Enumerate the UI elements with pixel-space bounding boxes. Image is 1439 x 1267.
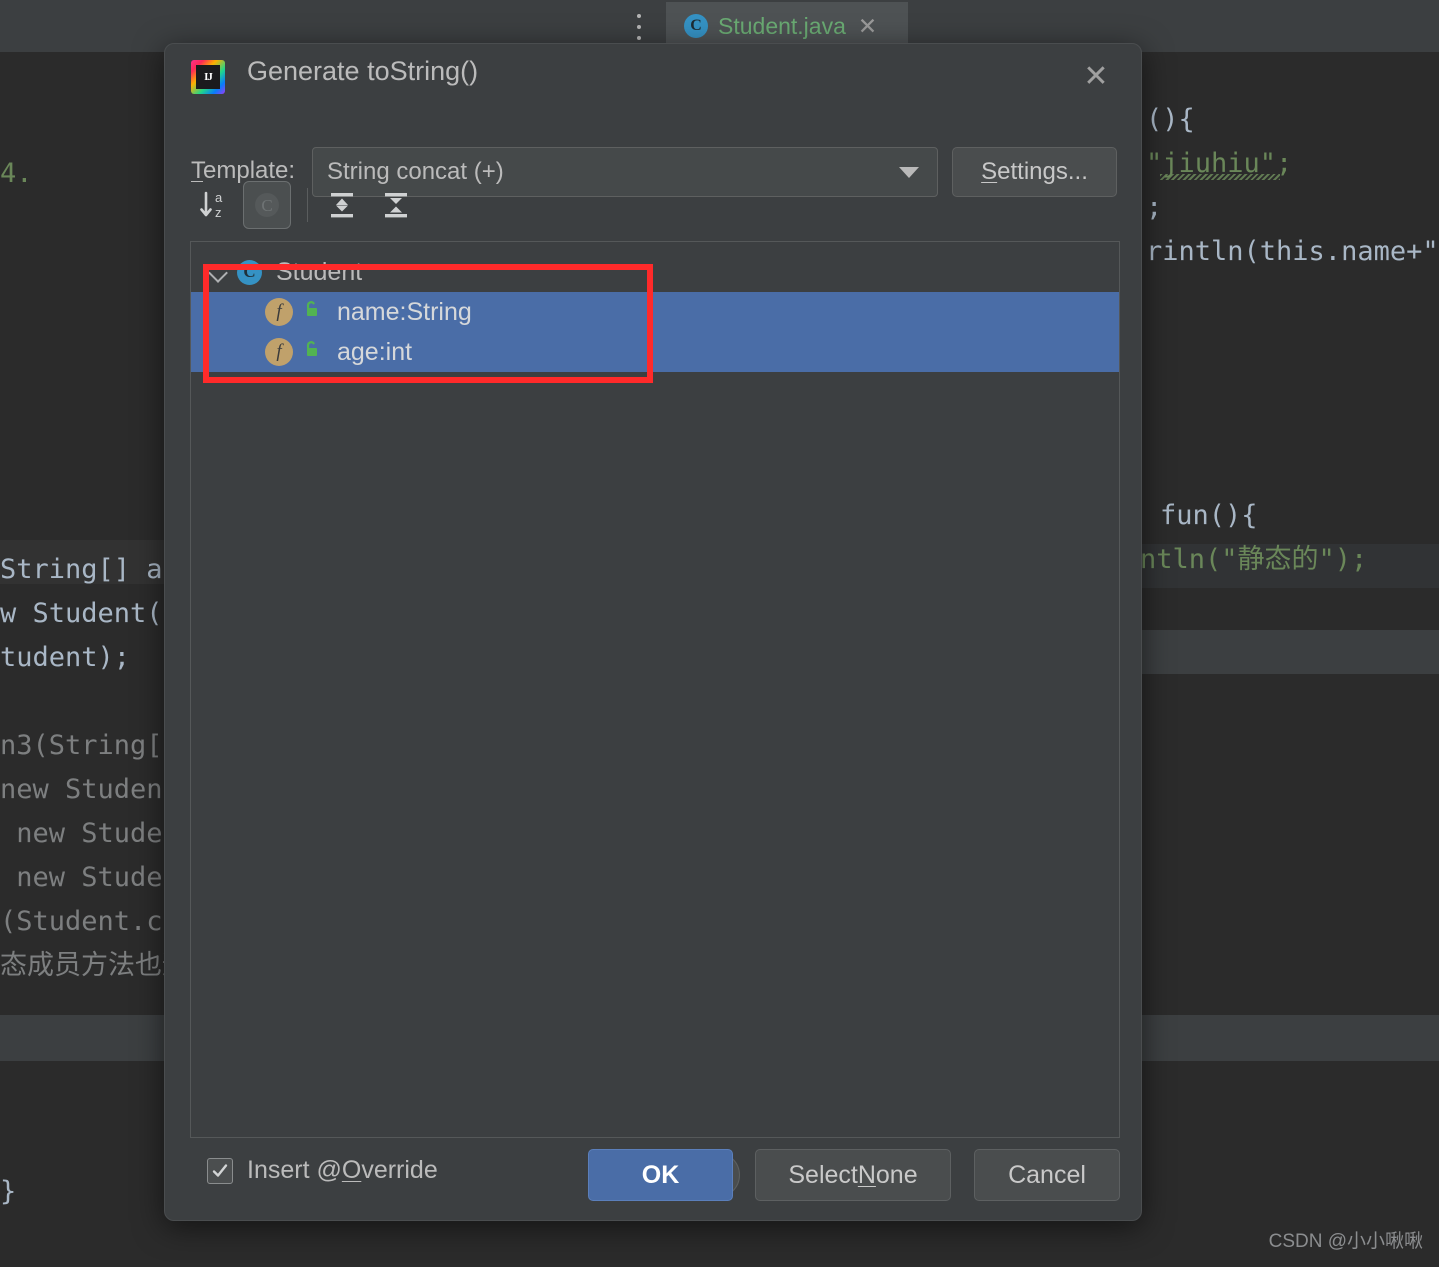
tree-row-field-age[interactable]: f age:int xyxy=(191,332,1119,372)
class-circle-icon: C xyxy=(255,193,279,217)
code-fragment: } xyxy=(0,1176,17,1207)
label-mnemonic: O xyxy=(341,1156,362,1184)
svg-text:C: C xyxy=(261,196,272,215)
code-fragment: w Student( xyxy=(0,598,163,629)
sort-az-icon: a z xyxy=(200,190,223,220)
code-fragment: ; xyxy=(1146,192,1163,223)
close-icon[interactable]: ✕ xyxy=(1075,56,1117,98)
chevron-down-icon xyxy=(899,166,919,178)
field-icon: f xyxy=(265,338,293,366)
select-none-mnemonic: N xyxy=(857,1160,876,1189)
class-icon: C xyxy=(237,259,262,285)
toolbar-separator xyxy=(307,188,308,222)
checkmark-icon xyxy=(212,1163,228,1177)
code-fragment: String[] ar xyxy=(0,554,179,585)
collapse-all-icon xyxy=(385,193,407,218)
expand-all-icon xyxy=(331,193,353,218)
dialog-title: Generate toString() xyxy=(247,56,479,86)
dialog-footer: Insert @Override ? OK Select None Cancel xyxy=(165,1130,1141,1220)
label-part-before: Insert @ xyxy=(247,1156,342,1184)
editor-tab-label: Student.java xyxy=(718,12,846,39)
more-options-icon[interactable] xyxy=(632,14,646,40)
code-fragment: 4. xyxy=(0,158,33,189)
svg-text:z: z xyxy=(215,205,222,220)
code-fragment: rintln(this.name+" xyxy=(1146,236,1439,267)
select-none-before: Select xyxy=(788,1160,858,1189)
settings-button[interactable]: Settings... xyxy=(952,147,1117,197)
code-fragment: (){ xyxy=(1146,104,1195,135)
code-fragment: new Studer xyxy=(0,862,179,893)
class-icon: C xyxy=(684,14,708,38)
editor-band-2 xyxy=(1142,630,1439,674)
field-icon: f xyxy=(265,298,293,326)
tool-window-band-right xyxy=(1142,1015,1439,1061)
code-fragment: ntln("静态的"); xyxy=(1140,544,1368,575)
code-fragment: n3(String[] xyxy=(0,730,179,761)
ok-button[interactable]: OK xyxy=(588,1149,733,1201)
code-fragment: new Student xyxy=(0,774,179,805)
select-none-button[interactable]: Select None xyxy=(755,1149,951,1201)
tree-node-label: age:int xyxy=(337,337,413,366)
code-fragment: "jiuhiu"; xyxy=(1146,148,1293,179)
intellij-idea-logo-icon: IJ xyxy=(191,60,225,94)
select-none-after: one xyxy=(875,1160,918,1189)
code-fragment: (Student.cl xyxy=(0,906,179,937)
insert-override-label: Insert @Override xyxy=(247,1156,438,1185)
settings-button-label: ettings... xyxy=(997,158,1088,185)
label-part-after: verride xyxy=(361,1156,438,1184)
dialog-title-bar: IJ Generate toString() ✕ xyxy=(165,44,1141,104)
code-fragment: 态成员方法也通 xyxy=(0,950,189,981)
code-fragment: fun(){ xyxy=(1160,500,1258,531)
public-unlock-icon xyxy=(301,339,323,366)
checkbox-box[interactable] xyxy=(207,1157,233,1184)
chevron-down-icon[interactable] xyxy=(207,261,229,283)
cancel-button[interactable]: Cancel xyxy=(974,1149,1120,1201)
tree-row-field-name[interactable]: f name:String xyxy=(191,292,1119,332)
settings-button-mnemonic: S xyxy=(981,158,998,185)
generate-tostring-dialog: IJ Generate toString() ✕ Template: Strin… xyxy=(164,43,1142,1221)
collapse-all-button[interactable] xyxy=(372,181,420,229)
tree-row-class-student[interactable]: C Student xyxy=(191,252,1119,292)
group-by-class-button[interactable]: C xyxy=(243,181,291,229)
code-fragment: new Studer xyxy=(0,818,179,849)
public-unlock-icon xyxy=(301,299,323,326)
tree-node-label: name:String xyxy=(337,297,472,326)
expand-all-button[interactable] xyxy=(318,181,366,229)
screen-root: C Student.java ✕ 4. (){ "jiuhiu";; rintln(t… xyxy=(0,0,1439,1267)
insert-override-checkbox[interactable]: Insert @Override xyxy=(207,1156,438,1185)
tree-node-label: Student xyxy=(276,257,363,286)
tree-toolbar: a z C xyxy=(189,179,426,231)
code-fragment: tudent); xyxy=(0,642,131,673)
sort-az-button[interactable]: a z xyxy=(189,181,237,229)
svg-text:a: a xyxy=(215,190,223,205)
tool-window-band-left xyxy=(0,1015,170,1061)
close-icon[interactable]: ✕ xyxy=(858,14,877,38)
watermark: CSDN @小小啾啾 xyxy=(1268,1231,1423,1252)
members-tree-panel[interactable]: C Student f name:String f age:int xyxy=(190,241,1120,1138)
